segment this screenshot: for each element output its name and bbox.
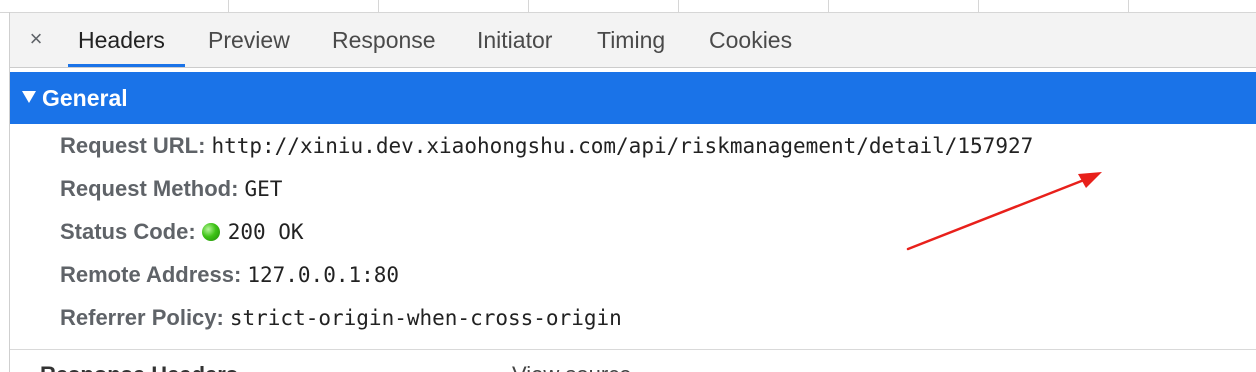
request-url-value: http://xiniu.dev.xiaohongshu.com/api/ris… xyxy=(211,134,1034,158)
field-label: Referrer Policy: xyxy=(60,305,224,330)
field-label: Remote Address: xyxy=(60,262,242,287)
tab-headers[interactable]: Headers xyxy=(68,13,185,67)
field-label: Status Code: xyxy=(60,219,196,244)
active-tab-indicator xyxy=(68,64,185,67)
status-code-row: Status Code: 200 OK xyxy=(60,212,304,252)
referrer-policy-value: strict-origin-when-cross-origin xyxy=(229,306,622,330)
section-title: General xyxy=(42,85,128,111)
arrow-shaft xyxy=(906,178,1086,251)
arrow-head xyxy=(1078,172,1102,188)
tab-label: Timing xyxy=(597,27,666,53)
request-method-row: Request Method: GET xyxy=(60,169,282,209)
tab-timing[interactable]: Timing xyxy=(597,13,665,67)
response-headers-section-header[interactable]: Response Headers xyxy=(40,362,238,372)
request-method-value: GET xyxy=(244,177,283,201)
tab-preview[interactable]: Preview xyxy=(208,13,290,67)
tab-label: Initiator xyxy=(477,27,553,53)
column-divider xyxy=(528,0,529,12)
tab-response[interactable]: Response xyxy=(332,13,436,67)
tab-cookies[interactable]: Cookies xyxy=(709,13,792,67)
tab-initiator[interactable]: Initiator xyxy=(477,13,552,67)
field-label: Request URL: xyxy=(60,133,206,158)
referrer-policy-row: Referrer Policy: strict-origin-when-cross… xyxy=(60,298,622,338)
tab-label: Preview xyxy=(208,27,290,53)
view-source-link[interactable]: View source xyxy=(512,362,631,372)
column-divider xyxy=(228,0,229,12)
network-table-remnant xyxy=(0,0,1256,13)
column-divider xyxy=(678,0,679,12)
devtools-network-panel: × Headers Preview Response Initiator Tim… xyxy=(0,0,1256,372)
status-code-value: 200 OK xyxy=(227,220,304,244)
remote-address-value: 127.0.0.1:80 xyxy=(247,263,400,287)
tab-label: Headers xyxy=(78,27,165,53)
tab-label: Cookies xyxy=(709,27,793,53)
column-divider xyxy=(978,0,979,12)
status-ok-icon xyxy=(201,223,220,241)
request-url-row: Request URL: http://xiniu.dev.xiaohongshu… xyxy=(60,126,1033,166)
section-divider xyxy=(10,349,1256,350)
column-divider xyxy=(378,0,379,12)
tab-label: Response xyxy=(332,27,436,53)
close-icon[interactable]: × xyxy=(24,27,48,51)
general-section-header[interactable]: General xyxy=(10,72,1256,124)
expand-triangle-icon xyxy=(22,91,36,103)
column-divider xyxy=(1128,0,1129,12)
column-divider xyxy=(828,0,829,12)
field-label: Request Method: xyxy=(60,176,239,201)
remote-address-row: Remote Address: 127.0.0.1:80 xyxy=(60,255,399,295)
detail-tab-bar: × Headers Preview Response Initiator Tim… xyxy=(10,13,1256,68)
